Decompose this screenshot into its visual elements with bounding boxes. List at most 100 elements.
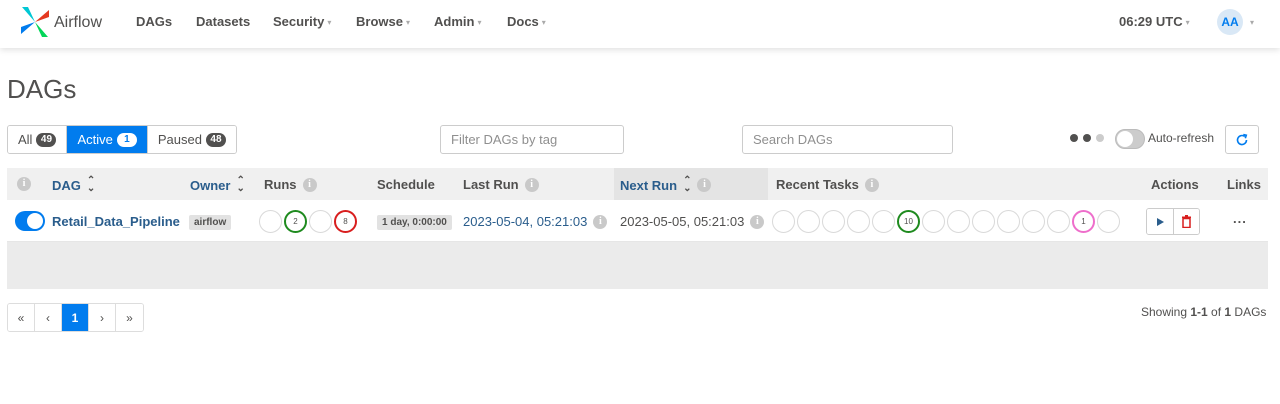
delete-dag-button[interactable] xyxy=(1173,209,1199,234)
tab-all[interactable]: All 49 xyxy=(8,126,68,153)
chevron-down-icon: ▾ xyxy=(477,18,482,28)
showing-prefix: Showing xyxy=(1141,305,1191,319)
chevron-down-icon: ▾ xyxy=(405,18,410,28)
nav-admin-label: Admin xyxy=(434,14,475,29)
header-links: Links xyxy=(1227,177,1261,192)
previous-page-button[interactable]: ‹ xyxy=(35,304,62,331)
chevron-down-icon: ▾ xyxy=(1185,18,1190,28)
clock-label: 06:29 UTC xyxy=(1119,14,1183,29)
play-icon xyxy=(1157,217,1164,226)
header-next-run-label: Next Run xyxy=(620,177,678,193)
first-page-button[interactable]: « xyxy=(8,304,35,331)
tab-active[interactable]: Active 1 xyxy=(67,126,148,153)
info-icon[interactable]: i xyxy=(593,214,608,229)
task-state-circle[interactable] xyxy=(922,210,945,233)
utc-clock[interactable]: 06:29 UTC ▾ xyxy=(1119,14,1190,29)
header-runs: Runs i xyxy=(264,177,317,192)
nav-admin[interactable]: Admin ▾ xyxy=(434,14,481,29)
links-menu-icon[interactable]: ... xyxy=(1233,211,1247,226)
header-next-run[interactable]: Next Run ⌃ ⌄ i xyxy=(620,176,712,194)
showing-of: of xyxy=(1207,305,1225,319)
tab-paused[interactable]: Paused 48 xyxy=(147,126,236,153)
page-title: DAGs xyxy=(7,74,77,104)
owner-tag[interactable]: airflow xyxy=(189,215,232,230)
next-page-button[interactable]: › xyxy=(89,304,116,331)
status-filter-group: All 49 Active 1 Paused 48 xyxy=(7,125,237,154)
brand-name[interactable]: Airflow xyxy=(54,14,102,32)
info-icon[interactable]: i xyxy=(697,178,712,192)
info-icon: i xyxy=(17,177,31,191)
nav-docs[interactable]: Docs ▾ xyxy=(507,14,546,29)
header-schedule: Schedule xyxy=(377,177,435,192)
table-empty-area xyxy=(7,242,1268,289)
info-icon[interactable]: i xyxy=(524,177,539,192)
run-state-circle[interactable] xyxy=(259,210,282,233)
schedule-tag[interactable]: 1 day, 0:00:00 xyxy=(377,215,452,230)
tab-active-label: Active xyxy=(77,132,113,147)
task-state-circle[interactable] xyxy=(822,210,845,233)
last-run-cell: 2023-05-04, 05:21:03 i xyxy=(463,214,608,229)
runs-status-circles: 2 8 xyxy=(259,210,357,233)
task-success-circle[interactable]: 10 xyxy=(897,210,920,233)
refresh-icon xyxy=(1236,133,1248,145)
user-avatar[interactable]: AA xyxy=(1217,9,1243,35)
showing-suffix: DAGs xyxy=(1231,305,1267,319)
header-recent-tasks: Recent Tasks i xyxy=(776,177,879,192)
header-last-run-label: Last Run xyxy=(463,177,519,192)
header-dag-label: DAG xyxy=(52,177,81,193)
last-run-link[interactable]: 2023-05-04, 05:21:03 xyxy=(463,214,587,229)
auto-refresh-label: Auto-refresh xyxy=(1148,131,1215,145)
task-state-circle[interactable] xyxy=(1097,210,1120,233)
task-state-circle[interactable] xyxy=(997,210,1020,233)
nav-docs-label: Docs xyxy=(507,14,539,29)
refresh-button[interactable] xyxy=(1225,125,1259,154)
chevron-down-icon: ▾ xyxy=(327,18,332,28)
nav-dags[interactable]: DAGs xyxy=(136,14,172,29)
info-icon[interactable]: i xyxy=(864,177,879,192)
search-dags-input[interactable] xyxy=(742,125,953,154)
header-last-run: Last Run i xyxy=(463,177,539,192)
header-runs-label: Runs xyxy=(264,177,297,192)
nav-browse[interactable]: Browse ▾ xyxy=(356,14,410,29)
run-failed-circle[interactable]: 8 xyxy=(334,210,357,233)
run-state-circle[interactable] xyxy=(309,210,332,233)
count-badge: 48 xyxy=(205,132,226,147)
chevron-down-icon[interactable]: ▾ xyxy=(1250,18,1254,27)
airflow-logo[interactable] xyxy=(19,5,51,39)
task-state-circle[interactable] xyxy=(972,210,995,233)
nav-security[interactable]: Security ▾ xyxy=(273,14,331,29)
dag-pause-toggle[interactable] xyxy=(15,211,45,231)
task-state-circle[interactable] xyxy=(947,210,970,233)
next-run-value: 2023-05-05, 05:21:03 xyxy=(620,214,745,229)
airflow-logo-icon xyxy=(21,7,49,37)
task-state-circle[interactable] xyxy=(797,210,820,233)
header-owner[interactable]: Owner ⌃ ⌄ xyxy=(190,176,245,194)
auto-refresh-toggle[interactable] xyxy=(1115,129,1145,149)
info-icon[interactable]: i xyxy=(750,214,765,229)
page-button-current[interactable]: 1 xyxy=(62,304,89,331)
loading-dots-icon xyxy=(1070,134,1104,142)
task-state-circle[interactable] xyxy=(847,210,870,233)
task-state-circle[interactable] xyxy=(772,210,795,233)
info-icon[interactable]: i xyxy=(302,177,317,192)
last-page-button[interactable]: » xyxy=(116,304,143,331)
trash-icon xyxy=(1182,215,1191,228)
nav-datasets[interactable]: Datasets xyxy=(196,14,250,29)
task-state-circle[interactable] xyxy=(1047,210,1070,233)
select-all-info[interactable]: i xyxy=(17,177,31,191)
pagination: « ‹ 1 › » xyxy=(7,303,144,332)
tab-all-label: All xyxy=(18,132,33,147)
task-retry-circle[interactable]: 1 xyxy=(1072,210,1095,233)
recent-tasks-circles: 10 1 xyxy=(772,210,1120,233)
dags-table-header: i DAG ⌃ ⌄ Owner ⌃ ⌄ Runs i Schedule Last Run i… xyxy=(7,168,1268,200)
trigger-dag-button[interactable] xyxy=(1147,209,1173,234)
table-row: Retail_Data_Pipeline airflow 2 8 1 day, … xyxy=(7,200,1268,242)
task-state-circle[interactable] xyxy=(1022,210,1045,233)
count-badge: 49 xyxy=(36,132,57,147)
task-state-circle[interactable] xyxy=(872,210,895,233)
header-dag[interactable]: DAG ⌃ ⌄ xyxy=(52,176,95,194)
dag-id-link[interactable]: Retail_Data_Pipeline xyxy=(52,214,180,229)
chevron-down-icon: ▾ xyxy=(541,18,546,28)
run-success-circle[interactable]: 2 xyxy=(284,210,307,233)
tag-filter-input[interactable] xyxy=(440,125,624,154)
